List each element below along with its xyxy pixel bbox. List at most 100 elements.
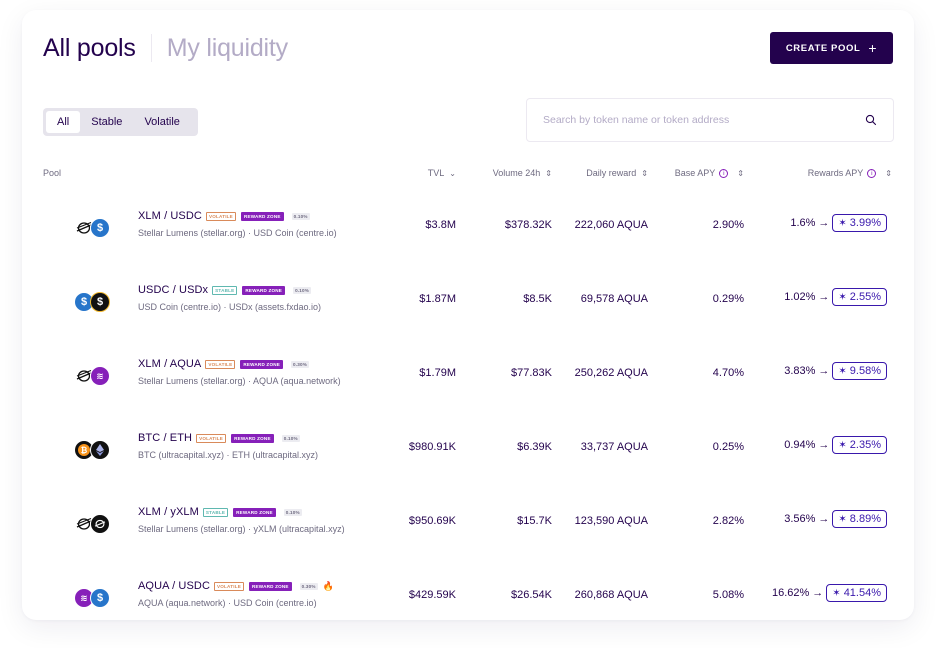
pair-name: BTC / ETH: [138, 432, 193, 444]
tvl-value: $950.69K: [408, 515, 456, 527]
sort-icon: ⇕: [737, 168, 744, 178]
rewards-apy: 0.94% → ✶ 2.35%: [784, 436, 887, 454]
fee-badge: 0.10%: [283, 508, 302, 516]
tvl-value: $3.8M: [425, 219, 456, 231]
base-apy-value: 2.82%: [712, 515, 744, 527]
col-daily-reward-label: Daily reward: [586, 168, 637, 178]
rewards-apy: 3.83% → ✶ 9.58%: [784, 362, 887, 380]
search-icon[interactable]: [865, 114, 877, 126]
boost-icon: ✶: [838, 291, 847, 303]
pool-type-filter: All Stable Volatile: [43, 108, 198, 136]
tab-my-liquidity[interactable]: My liquidity: [167, 32, 288, 64]
base-apy-value: 5.08%: [712, 589, 744, 601]
volume-value: $6.39K: [517, 441, 552, 453]
tab-all-pools[interactable]: All pools: [43, 32, 136, 64]
col-header-pool: Pool: [43, 168, 61, 178]
boost-icon: ✶: [838, 513, 847, 525]
fee-badge: 0.30%: [299, 582, 318, 590]
boost-icon: ✶: [838, 365, 847, 377]
usdc-icon: $: [90, 218, 110, 238]
filter-all[interactable]: All: [46, 111, 81, 133]
table-row[interactable]: ₿ BTC / ETH VOLATILE REWARD ZONE 0.10% B…: [22, 412, 914, 486]
pair-assets: AQUA (aqua.network) · USD Coin (centre.i…: [138, 598, 317, 608]
col-header-base-apy[interactable]: Base APY i ⇕: [675, 168, 744, 178]
boosted-apy-chip[interactable]: ✶ 3.99%: [832, 214, 887, 232]
pair-name: USDC / USDx: [138, 284, 209, 296]
boosted-apy-chip[interactable]: ✶ 9.58%: [832, 362, 887, 380]
col-header-tvl[interactable]: TVL ⌄: [428, 168, 456, 178]
boosted-apy-value: 3.99%: [849, 217, 881, 229]
arrow-right-icon: →: [818, 217, 830, 229]
search-box: [526, 98, 894, 142]
boosted-apy-chip[interactable]: ✶ 2.55%: [832, 288, 887, 306]
volatile-badge: VOLATILE: [205, 359, 236, 369]
volatile-badge: VOLATILE: [196, 433, 227, 443]
boost-icon: ✶: [838, 439, 847, 451]
table-row[interactable]: $ XLM / USDC VOLATILE REWARD ZONE 0.10% …: [22, 190, 914, 264]
pair-assets: Stellar Lumens (stellar.org) · USD Coin …: [138, 228, 337, 238]
eth-icon: [90, 440, 110, 460]
tvl-value: $429.59K: [408, 589, 456, 601]
rewards-apy-value: 3.83%: [784, 365, 816, 377]
boosted-apy-chip[interactable]: ✶ 2.35%: [832, 436, 887, 454]
pair-assets: USD Coin (centre.io) · USDx (assets.fxda…: [138, 302, 322, 312]
daily-reward-value: 260,868 AQUA: [574, 589, 648, 601]
table-row[interactable]: ≋ $ AQUA / USDC VOLATILE REWARD ZONE 0.3…: [22, 560, 914, 620]
volume-value: $26.54K: [511, 589, 552, 601]
pair-icons: $: [74, 218, 112, 238]
fee-badge: 0.10%: [291, 212, 310, 220]
daily-reward-value: 250,262 AQUA: [574, 367, 648, 379]
reward-zone-badge: REWARD ZONE: [240, 359, 283, 369]
info-icon[interactable]: i: [719, 168, 729, 178]
create-pool-label: CREATE POOL: [785, 42, 861, 54]
pair-name: AQUA / USDC: [138, 580, 211, 592]
tab-divider: [150, 34, 152, 62]
table-row[interactable]: XLM / yXLM STABLE REWARD ZONE 0.10% Stel…: [22, 486, 914, 560]
col-header-daily-reward[interactable]: Daily reward ⇕: [586, 168, 648, 178]
boosted-apy-value: 9.58%: [849, 365, 881, 377]
usdx-icon: $: [90, 292, 110, 312]
filter-volatile[interactable]: Volatile: [133, 111, 190, 133]
rewards-apy: 3.56% → ✶ 8.89%: [784, 510, 887, 528]
reward-zone-badge: REWARD ZONE: [242, 285, 286, 295]
sort-icon: ⇕: [545, 168, 552, 178]
table-row[interactable]: $ $ USDC / USDx STABLE REWARD ZONE 0.10%…: [22, 264, 914, 338]
table-row[interactable]: ≋ XLM / AQUA VOLATILE REWARD ZONE 0.30% …: [22, 338, 914, 412]
pair-icons: [74, 514, 112, 534]
pool-pair: AQUA / USDC VOLATILE REWARD ZONE 0.30% 🔥: [138, 580, 334, 592]
pair-name: XLM / AQUA: [138, 358, 202, 370]
rewards-apy-value: 1.6%: [790, 217, 816, 229]
rewards-apy-value: 0.94%: [784, 439, 816, 451]
pair-assets: Stellar Lumens (stellar.org) · AQUA (aqu…: [138, 376, 341, 386]
base-apy-value: 0.29%: [712, 293, 744, 305]
boosted-apy-chip[interactable]: ✶ 41.54%: [826, 584, 887, 602]
col-header-volume[interactable]: Volume 24h ⇕: [493, 168, 552, 178]
col-header-rewards-apy[interactable]: Rewards APY i ⇕: [808, 168, 892, 178]
col-base-apy-label: Base APY: [674, 168, 716, 178]
volume-value: $15.7K: [517, 515, 552, 527]
info-icon[interactable]: i: [867, 168, 877, 178]
usdc-icon: $: [90, 588, 110, 608]
fee-badge: 0.10%: [293, 286, 312, 294]
boosted-apy-chip[interactable]: ✶ 8.89%: [832, 510, 887, 528]
sort-icon: ⇕: [885, 168, 892, 178]
volatile-badge: VOLATILE: [214, 581, 244, 591]
stable-badge: STABLE: [202, 507, 229, 517]
boosted-apy-value: 8.89%: [849, 513, 881, 525]
plus-icon: +: [868, 40, 878, 56]
boosted-apy-value: 2.55%: [849, 291, 881, 303]
boost-icon: ✶: [832, 587, 841, 599]
volume-value: $8.5K: [523, 293, 552, 305]
daily-reward-value: 33,737 AQUA: [580, 441, 648, 453]
tvl-value: $1.79M: [419, 367, 456, 379]
create-pool-button[interactable]: CREATE POOL +: [770, 32, 893, 64]
aqua-icon: ≋: [90, 366, 110, 386]
pair-icons: $ $: [74, 292, 112, 312]
pair-assets: BTC (ultracapital.xyz) · ETH (ultracapit…: [138, 450, 319, 460]
filter-stable[interactable]: Stable: [80, 111, 133, 133]
col-rewards-apy-label: Rewards APY: [807, 168, 864, 178]
yxlm-icon: [90, 514, 110, 534]
search-input[interactable]: [543, 114, 865, 126]
arrow-right-icon: →: [818, 291, 830, 303]
pair-name: XLM / USDC: [138, 210, 202, 222]
